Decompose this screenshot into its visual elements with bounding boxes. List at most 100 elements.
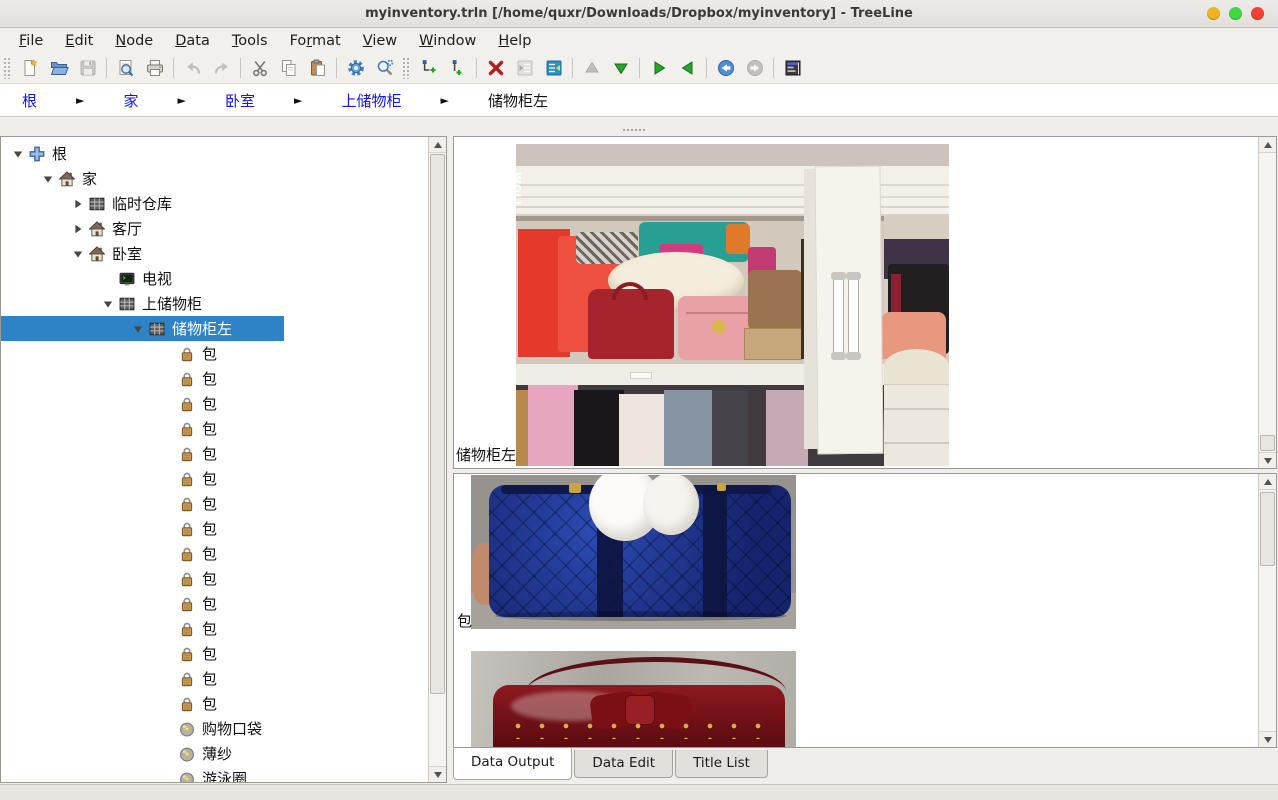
print-button[interactable] xyxy=(141,55,168,82)
tree-item[interactable]: 包 xyxy=(1,366,427,391)
menu-help[interactable]: Help xyxy=(487,31,542,51)
photo-shape xyxy=(833,276,844,358)
tree-item[interactable]: 包 xyxy=(1,516,427,541)
undo-button[interactable] xyxy=(179,55,206,82)
tree-item[interactable]: 包 xyxy=(1,541,427,566)
move-node-next-button[interactable] xyxy=(645,55,672,82)
output-top-scrollbar[interactable] xyxy=(1258,137,1276,468)
move-node-up-button[interactable] xyxy=(578,55,605,82)
expander-closed-icon[interactable] xyxy=(67,198,89,210)
breadcrumb-link[interactable]: 根 xyxy=(22,90,37,111)
tree-item[interactable]: 包 xyxy=(1,441,427,466)
tree-item[interactable]: 包 xyxy=(1,616,427,641)
tree-item[interactable]: 临时仓库 xyxy=(1,191,427,216)
tree-item[interactable]: 包 xyxy=(1,566,427,591)
menu-format[interactable]: Format xyxy=(279,31,352,51)
scroll-up-button[interactable] xyxy=(429,137,446,153)
go-forward-button[interactable] xyxy=(741,55,768,82)
tree-item[interactable]: 购物口袋 xyxy=(1,716,427,741)
copy-button[interactable] xyxy=(275,55,302,82)
tree-item[interactable]: 包 xyxy=(1,666,427,691)
menu-node[interactable]: Node xyxy=(104,31,164,51)
menu-view[interactable]: View xyxy=(352,31,408,51)
tree-item[interactable]: 上储物柜 xyxy=(1,291,427,316)
print-preview-button[interactable] xyxy=(112,55,139,82)
paste-button[interactable] xyxy=(304,55,331,82)
delete-node-button[interactable] xyxy=(482,55,509,82)
tree-item[interactable]: 家 xyxy=(1,166,427,191)
scrollbar-thumb[interactable] xyxy=(430,154,445,694)
tree-item[interactable]: 包 xyxy=(1,491,427,516)
window-minimize-button[interactable] xyxy=(1207,7,1220,20)
toolbar-drag-handle[interactable] xyxy=(402,57,409,79)
tree-scrollbar[interactable] xyxy=(428,137,446,782)
insert-sibling-node-button[interactable] xyxy=(415,55,442,82)
cut-button[interactable] xyxy=(246,55,273,82)
toolbar-drag-handle[interactable] xyxy=(3,57,10,79)
photo-shape xyxy=(831,352,846,360)
breadcrumb-link[interactable]: 上储物柜 xyxy=(341,90,401,111)
scroll-up-button[interactable] xyxy=(1259,137,1276,153)
move-node-prev-button[interactable] xyxy=(674,55,701,82)
tab-title-list[interactable]: Title List xyxy=(675,750,768,778)
insert-child-node-button[interactable] xyxy=(444,55,471,82)
scrollbar-thumb[interactable] xyxy=(1260,492,1275,566)
go-back-button[interactable] xyxy=(712,55,739,82)
window-close-button[interactable] xyxy=(1251,7,1264,20)
tree-item[interactable]: 包 xyxy=(1,591,427,616)
unindent-node-button[interactable] xyxy=(540,55,567,82)
tree-item-label: 包 xyxy=(202,543,217,564)
tree-item[interactable]: 包 xyxy=(1,341,427,366)
photo-shape xyxy=(703,485,727,617)
menu-file[interactable]: File xyxy=(8,31,54,51)
tab-data-edit[interactable]: Data Edit xyxy=(574,750,673,778)
tree-item[interactable]: 包 xyxy=(1,691,427,716)
new-file-button[interactable] xyxy=(16,55,43,82)
tab-data-output[interactable]: Data Output xyxy=(453,748,572,780)
move-node-down-button[interactable] xyxy=(607,55,634,82)
scrollbar-thumb[interactable] xyxy=(1260,435,1275,451)
tree-item[interactable]: 薄纱 xyxy=(1,741,427,766)
photo-shape xyxy=(884,349,949,384)
tree-item[interactable]: 电视 xyxy=(1,266,427,291)
house-icon xyxy=(59,171,76,187)
find-button[interactable] xyxy=(371,55,398,82)
menu-data[interactable]: Data xyxy=(164,31,221,51)
window-maximize-button[interactable] xyxy=(1229,7,1242,20)
scroll-down-button[interactable] xyxy=(1259,731,1276,747)
redo-button[interactable] xyxy=(208,55,235,82)
photo-shape xyxy=(884,385,949,466)
scroll-down-button[interactable] xyxy=(429,766,446,782)
expander-open-icon[interactable] xyxy=(97,298,119,310)
menu-tools[interactable]: Tools xyxy=(221,31,279,51)
save-file-button[interactable] xyxy=(74,55,101,82)
scroll-up-button[interactable] xyxy=(1259,474,1276,490)
tree-item[interactable]: 包 xyxy=(1,466,427,491)
tree-item[interactable]: 客厅 xyxy=(1,216,427,241)
show-child-pane-button[interactable] xyxy=(779,55,806,82)
tree-item[interactable]: 储物柜左 xyxy=(1,316,427,341)
menu-window[interactable]: Window xyxy=(408,31,487,51)
tree-item[interactable]: 包 xyxy=(1,391,427,416)
tree-item[interactable]: 根 xyxy=(1,141,427,166)
breadcrumb: 根►家►卧室►上储物柜►储物柜左 xyxy=(0,84,1278,117)
breadcrumb-link[interactable]: 卧室 xyxy=(225,90,255,111)
scroll-down-button[interactable] xyxy=(1259,452,1276,468)
expander-open-icon[interactable] xyxy=(7,148,29,160)
tree-item[interactable]: 包 xyxy=(1,641,427,666)
expander-open-icon[interactable] xyxy=(67,248,89,260)
lock-icon xyxy=(179,596,196,612)
expander-open-icon[interactable] xyxy=(37,173,59,185)
output-bottom-scrollbar[interactable] xyxy=(1258,474,1276,747)
expander-closed-icon[interactable] xyxy=(67,223,89,235)
tree-item[interactable]: 卧室 xyxy=(1,241,427,266)
tree-item[interactable]: 游泳圈 xyxy=(1,766,427,782)
menu-edit[interactable]: Edit xyxy=(54,31,104,51)
open-file-button[interactable] xyxy=(45,55,72,82)
tree-item[interactable]: 包 xyxy=(1,416,427,441)
breadcrumb-link[interactable]: 家 xyxy=(123,90,138,111)
expander-open-icon[interactable] xyxy=(127,323,149,335)
splitter-handle[interactable] xyxy=(622,128,646,133)
configure-data-types-button[interactable] xyxy=(342,55,369,82)
indent-node-button[interactable] xyxy=(511,55,538,82)
